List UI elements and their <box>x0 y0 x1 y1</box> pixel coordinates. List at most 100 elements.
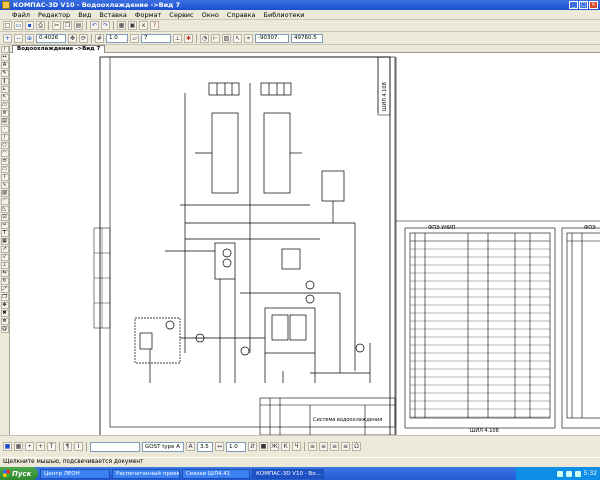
save-icon[interactable]: ▪ <box>25 21 34 30</box>
volume-icon[interactable] <box>574 470 581 477</box>
stop-icon[interactable]: ■ <box>3 442 12 451</box>
leader-icon[interactable]: ↗ <box>0 246 9 253</box>
zoom-out-icon[interactable]: − <box>14 33 23 43</box>
object-props-icon[interactable]: ▦ <box>14 442 23 451</box>
crosshair-icon[interactable]: + <box>36 442 45 451</box>
rotate-icon[interactable]: ↻ <box>0 278 9 285</box>
size-icon[interactable]: A <box>186 442 195 451</box>
menu-format[interactable]: Формат <box>131 11 165 19</box>
layer-icon[interactable]: ▱ <box>130 33 139 43</box>
base-icon[interactable]: ⊥ <box>0 262 9 269</box>
paste-icon[interactable]: ▤ <box>74 21 83 30</box>
align-right-icon[interactable]: ≡ <box>330 442 339 451</box>
cursor-icon[interactable]: ↖ <box>233 33 242 43</box>
copy-icon[interactable]: ❐ <box>63 21 72 30</box>
spacing-icon[interactable]: ⇵ <box>248 442 257 451</box>
variables-icon[interactable]: x <box>139 21 148 30</box>
ortho-icon[interactable]: ⊥ <box>173 33 182 43</box>
dimensions-icon[interactable]: ↔ <box>0 54 9 61</box>
pan-icon[interactable]: ✥ <box>68 33 77 43</box>
hatch-icon[interactable]: ▨ <box>0 190 9 197</box>
delete-icon[interactable]: ✖ <box>0 310 9 317</box>
line-icon[interactable]: / <box>0 134 9 141</box>
bold-icon[interactable]: Ж <box>270 442 279 451</box>
scale-field[interactable]: 1.0 <box>226 441 246 452</box>
local-cs-icon[interactable]: ⊢ <box>211 33 220 43</box>
zoom-field[interactable]: 0.4026 <box>36 33 66 43</box>
color-icon[interactable]: ■ <box>259 442 268 451</box>
bullet-icon[interactable]: • <box>25 442 34 451</box>
circle-icon[interactable]: ○ <box>0 142 9 149</box>
open-icon[interactable]: ▭ <box>14 21 23 30</box>
minimize-button[interactable]: _ <box>569 1 578 9</box>
edit-icon[interactable]: ✎ <box>0 70 9 77</box>
new-document-icon[interactable]: □ <box>3 21 12 30</box>
layer-field[interactable]: 7 <box>141 33 171 43</box>
language-icon[interactable] <box>556 470 563 477</box>
associative-views-icon[interactable]: ▭ <box>0 102 9 109</box>
taskbar-item[interactable]: Центр ЛЕОН <box>40 468 110 479</box>
rectangle-icon[interactable]: ▭ <box>0 166 9 173</box>
layers-icon[interactable]: ≣ <box>0 318 9 325</box>
refresh-icon[interactable]: ⟳ <box>79 33 88 43</box>
taskbar-item[interactable]: Распечатанный проект... <box>112 468 180 479</box>
view-icon[interactable]: ▨ <box>222 33 231 43</box>
menu-insert[interactable]: Вставка <box>95 11 131 19</box>
parametrization-icon[interactable]: ∥ <box>0 78 9 85</box>
symbol-icon[interactable]: Ω <box>352 442 361 451</box>
start-button[interactable]: Пуск <box>0 467 38 480</box>
step-field[interactable]: 1.0 <box>106 33 128 43</box>
spec-icon[interactable]: ≡ <box>0 110 9 117</box>
taskbar-item-active[interactable]: КОМПАС-3D V10 - Во... <box>252 468 324 479</box>
scale-icon[interactable]: ⤢ <box>0 286 9 293</box>
print-icon[interactable]: ⎙ <box>36 21 45 30</box>
align-left-icon[interactable]: ≡ <box>308 442 317 451</box>
properties-icon[interactable]: ▦ <box>117 21 126 30</box>
attributes-icon[interactable]: @ <box>0 326 9 333</box>
zoom-in-icon[interactable]: + <box>3 33 12 43</box>
rounding-icon[interactable]: ◔ <box>200 33 209 43</box>
menu-help[interactable]: Справка <box>223 11 260 19</box>
font-field[interactable]: GOST type A <box>142 441 184 452</box>
italic-icon[interactable]: К <box>281 442 290 451</box>
align-justify-icon[interactable]: ≡ <box>341 442 350 451</box>
menu-editor[interactable]: Редактор <box>34 11 74 19</box>
undo-icon[interactable]: ↶ <box>90 21 99 30</box>
copy-geom-icon[interactable]: ❐ <box>0 294 9 301</box>
ellipse-icon[interactable]: ⬭ <box>0 158 9 165</box>
text-insert-icon[interactable]: T <box>47 442 56 451</box>
chamfer-icon[interactable]: ◺ <box>0 206 9 213</box>
cut-icon[interactable]: ✂ <box>52 21 61 30</box>
text-cursor-icon[interactable]: I <box>74 442 83 451</box>
style-field[interactable] <box>90 441 140 452</box>
network-icon[interactable] <box>565 470 572 477</box>
snap-icon[interactable]: ✱ <box>184 33 193 43</box>
grid-icon[interactable]: # <box>95 33 104 43</box>
table-icon[interactable]: ▦ <box>0 238 9 245</box>
font-size-field[interactable]: 3.5 <box>197 441 213 452</box>
underline-icon[interactable]: Ч <box>292 442 301 451</box>
fillet-icon[interactable]: ◜ <box>0 198 9 205</box>
align-center-icon[interactable]: ≡ <box>319 442 328 451</box>
move-icon[interactable]: ✥ <box>0 302 9 309</box>
polyline-icon[interactable]: ⌇ <box>0 174 9 181</box>
geometry-icon[interactable]: ∕ <box>0 46 9 53</box>
coord-x-field[interactable]: -90307. <box>255 33 289 43</box>
help-icon[interactable]: ? <box>150 21 159 30</box>
menu-service[interactable]: Сервис <box>165 11 197 19</box>
zoom-window-icon[interactable]: ⊕ <box>25 33 34 43</box>
document-tab[interactable]: Водоохлаждение ->Вид 7 <box>12 45 106 53</box>
menu-libraries[interactable]: Библиотеки <box>260 11 309 19</box>
drawing-canvas[interactable]: ШИЛ 4.108 Система водоохлаждения ФПЭ УНИ… <box>10 53 600 435</box>
spline-icon[interactable]: ∿ <box>0 182 9 189</box>
coord-y-field[interactable]: 49760.5 <box>291 33 323 43</box>
select-icon[interactable]: ↖ <box>0 94 9 101</box>
measure-icon[interactable]: ⊾ <box>0 86 9 93</box>
menu-file[interactable]: Файл <box>8 11 34 19</box>
taskbar-item[interactable]: Связки ШЛ4.41 <box>182 468 250 479</box>
menu-window[interactable]: Окно <box>198 11 223 19</box>
symbols-icon[interactable]: A <box>0 62 9 69</box>
paragraph-icon[interactable]: ¶ <box>63 442 72 451</box>
mirror-icon[interactable]: ⇋ <box>0 270 9 277</box>
reports-icon[interactable]: ▤ <box>0 118 9 125</box>
